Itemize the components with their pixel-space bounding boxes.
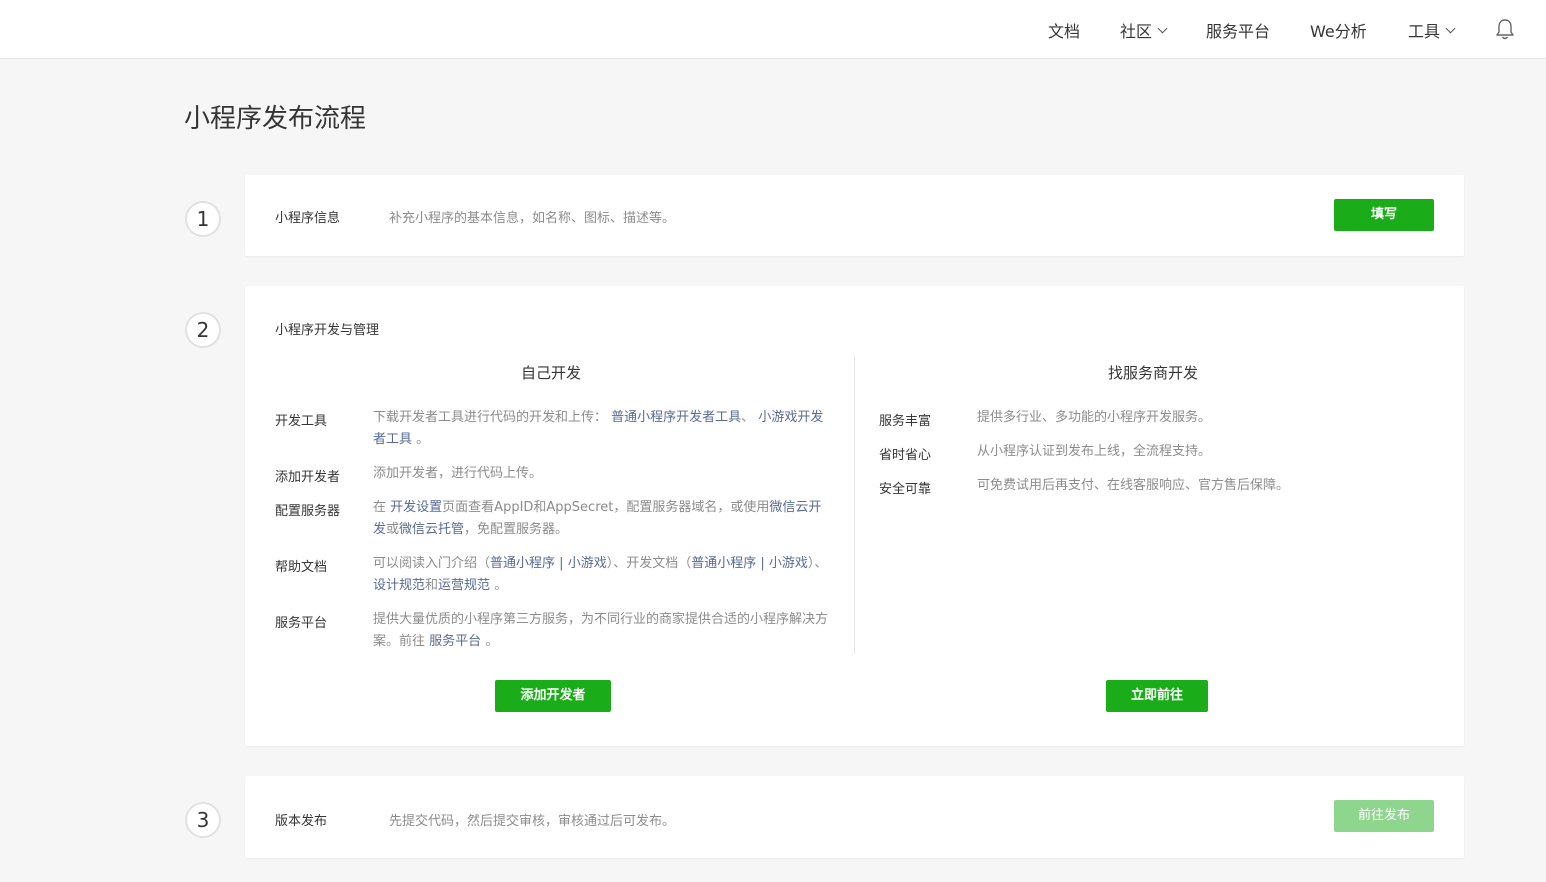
help-docs-text: 可以阅读入门介绍（普通小程序 | 小游戏）、开发文档（普通小程序 | 小游戏）、…	[373, 553, 833, 597]
nav-tools-label: 工具	[1408, 22, 1441, 41]
page-title: 小程序发布流程	[184, 104, 367, 134]
step2-title: 小程序开发与管理	[275, 323, 380, 338]
nav-docs-label: 文档	[1048, 22, 1081, 41]
step3-desc: 先提交代码，然后提交审核，审核通过后可发布。	[389, 814, 676, 829]
nav-community[interactable]: 社区	[1120, 18, 1168, 42]
text: 在	[373, 500, 387, 515]
service-platform-link[interactable]: 服务平台	[429, 634, 481, 649]
docs-minigame-link[interactable]: 小游戏	[769, 556, 808, 571]
chevron-down-icon	[1445, 23, 1456, 33]
text: 页面查看AppID和AppSecret，配置服务器域名，或使用	[442, 500, 770, 515]
text: 可以阅读入门介绍（	[373, 556, 491, 571]
provider-row-text: 提供多行业、多功能的小程序开发服务。	[977, 410, 1212, 425]
nav-docs[interactable]: 文档	[1048, 18, 1080, 42]
nav-service-platform[interactable]: 服务平台	[1206, 18, 1270, 42]
provider-row-label: 服务丰富	[879, 414, 932, 429]
server-config-label: 配置服务器	[275, 504, 341, 519]
server-config-text: 在 开发设置页面查看AppID和AppSecret，配置服务器域名，或使用微信云…	[373, 497, 833, 541]
text: ，免配置服务器。	[464, 522, 569, 537]
provider-row-text: 可免费试用后再支付、在线客服响应、官方售后保障。	[977, 478, 1290, 493]
period: 。	[416, 432, 430, 447]
text: 和	[425, 578, 439, 593]
nav-we-analytics[interactable]: We分析	[1310, 18, 1367, 42]
step-number-1: 1	[185, 201, 221, 237]
step3-title: 版本发布	[275, 814, 328, 829]
step-number-3: 3	[185, 802, 221, 838]
step-number-2: 2	[185, 312, 221, 348]
step1-title: 小程序信息	[275, 211, 341, 226]
nav-service-platform-label: 服务平台	[1206, 22, 1271, 41]
cloud-hosting-link[interactable]: 微信云托管	[399, 522, 464, 537]
add-developer-button[interactable]: 添加开发者	[495, 680, 611, 712]
go-now-button[interactable]: 立即前往	[1106, 680, 1208, 712]
design-guide-link[interactable]: 设计规范	[373, 578, 425, 593]
docs-mini-program-link[interactable]: 普通小程序	[691, 556, 756, 571]
mini-program-devtools-link[interactable]: 普通小程序开发者工具	[611, 410, 741, 425]
service-platform-label: 服务平台	[275, 616, 328, 631]
add-developer-label: 添加开发者	[275, 470, 341, 485]
column-divider	[854, 356, 855, 654]
dev-tools-desc: 下载开发者工具进行代码的开发和上传：	[373, 410, 608, 425]
top-navbar: 文档 社区 服务平台 We分析 工具	[0, 0, 1546, 59]
step2-card: 小程序开发与管理 自己开发 找服务商开发 开发工具 下载开发者工具进行代码的开发…	[245, 286, 1464, 746]
intro-minigame-link[interactable]: 小游戏	[568, 556, 607, 571]
provider-dev-heading: 找服务商开发	[1108, 364, 1199, 382]
nav-community-label: 社区	[1120, 22, 1153, 41]
period: 。	[494, 578, 508, 593]
help-docs-label: 帮助文档	[275, 560, 328, 575]
add-developer-text: 添加开发者，进行代码上传。	[373, 466, 543, 481]
dev-settings-link[interactable]: 开发设置	[390, 500, 442, 515]
fill-in-button[interactable]: 填写	[1334, 199, 1434, 231]
separator: |	[555, 556, 568, 571]
operation-guide-link[interactable]: 运营规范	[438, 578, 490, 593]
text: ）、	[807, 556, 828, 571]
self-dev-heading: 自己开发	[521, 364, 582, 382]
publish-button[interactable]: 前往发布	[1334, 800, 1434, 832]
chevron-down-icon	[1157, 23, 1168, 33]
provider-row-text: 从小程序认证到发布上线，全流程支持。	[977, 444, 1212, 459]
nav-tools[interactable]: 工具	[1408, 18, 1456, 42]
dev-tools-label: 开发工具	[275, 414, 328, 429]
provider-row-label: 安全可靠	[879, 482, 932, 497]
dev-tools-text: 下载开发者工具进行代码的开发和上传： 普通小程序开发者工具、 小游戏开发者工具 …	[373, 407, 833, 451]
step1-card: 小程序信息 补充小程序的基本信息，如名称、图标、描述等。 填写	[245, 175, 1464, 256]
text: 或	[386, 522, 400, 537]
provider-row-label: 省时省心	[879, 448, 932, 463]
separator: 、	[741, 410, 755, 425]
intro-mini-program-link[interactable]: 普通小程序	[490, 556, 555, 571]
step1-desc: 补充小程序的基本信息，如名称、图标、描述等。	[389, 211, 676, 226]
step3-card: 版本发布 先提交代码，然后提交审核，审核通过后可发布。 前往发布	[245, 776, 1464, 858]
nav-we-analytics-label: We分析	[1310, 22, 1367, 41]
text: ）、开发文档（	[606, 556, 692, 571]
separator: |	[756, 556, 769, 571]
service-platform-text: 提供大量优质的小程序第三方服务，为不同行业的商家提供合适的小程序解决方案。前往 …	[373, 609, 833, 653]
bell-icon[interactable]	[1494, 17, 1516, 41]
period: 。	[485, 634, 499, 649]
